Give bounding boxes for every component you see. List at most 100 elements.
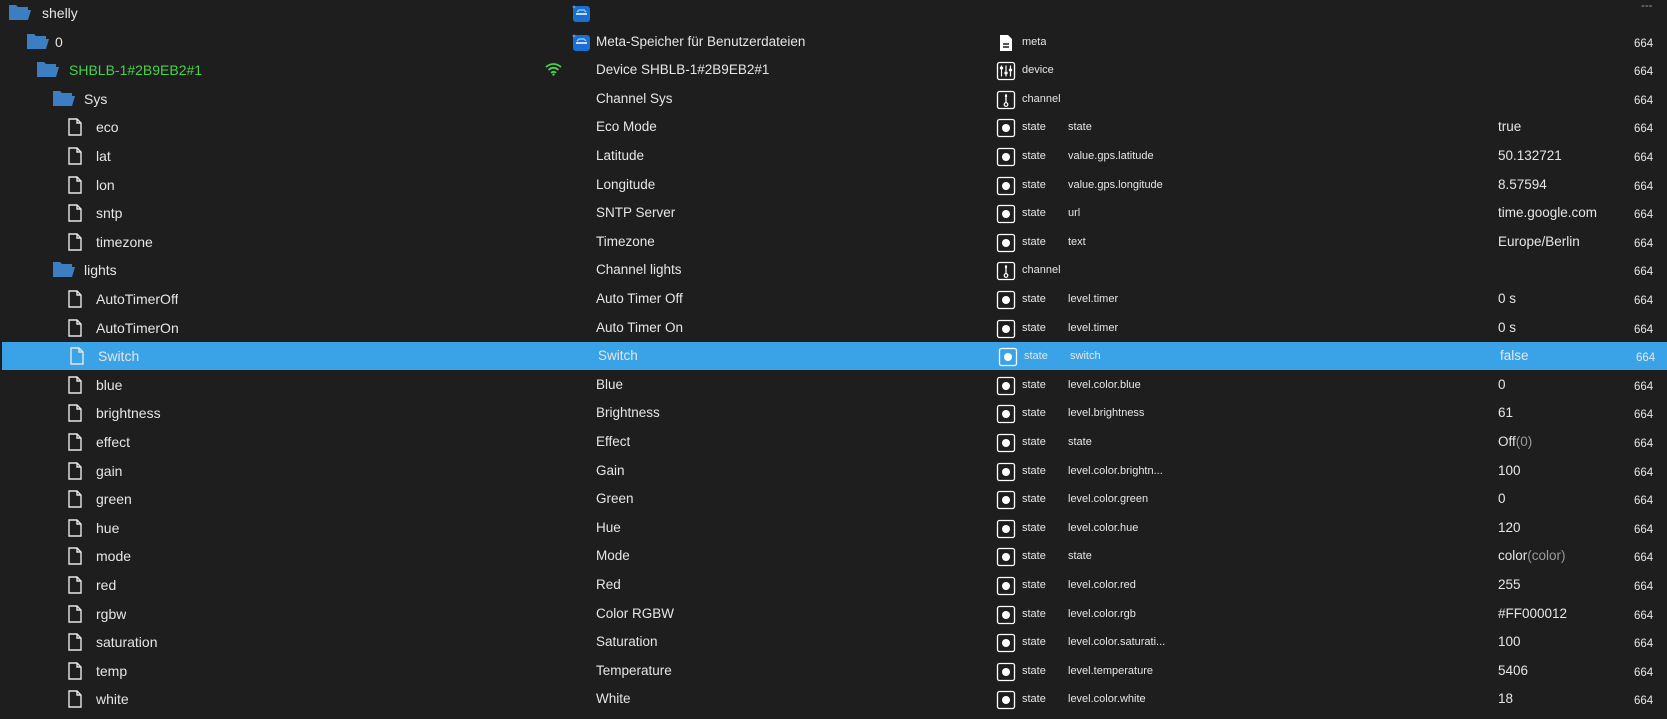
tree-state-row[interactable]: timezone Timezone state text Europe/Berlin 66…: [0, 228, 1667, 256]
tree-state-row[interactable]: Switch Switch state switch false 664: [2, 342, 1667, 371]
tree-state-row[interactable]: brightness Brightness state level.brightnes…: [0, 399, 1667, 427]
state-value[interactable]: Off(0): [1498, 428, 1532, 456]
state-value-text: 0: [1498, 491, 1506, 507]
tree-folder-row[interactable]: 0 Meta-Speicher für Benutzerdateien meta 66…: [0, 28, 1667, 56]
tree-state-row[interactable]: eco Eco Mode state state true 664: [0, 113, 1667, 141]
object-type: state: [1022, 464, 1046, 477]
state-value-text: 8.57594: [1498, 176, 1547, 192]
object-name: Brightness: [596, 405, 660, 421]
adapter-logo-icon: [570, 32, 592, 52]
object-id: white: [96, 691, 129, 708]
object-type: channel: [1022, 264, 1061, 277]
state-icon: [996, 404, 1016, 424]
state-value-text: 0 s: [1498, 291, 1517, 306]
tree-state-row[interactable]: green Green state level.color.green 0 664: [0, 485, 1667, 513]
object-acl: 664: [1634, 37, 1654, 50]
state-value[interactable]: 18: [1498, 685, 1513, 713]
object-type: state: [1022, 493, 1046, 506]
object-role: state: [1068, 550, 1092, 563]
state-value[interactable]: 255: [1498, 571, 1521, 599]
object-id: rgbw: [96, 605, 127, 622]
state-value-hint: (0): [1515, 434, 1533, 449]
tree-state-row[interactable]: sntp SNTP Server state url time.google.com 66…: [0, 199, 1667, 227]
state-value[interactable]: Europe/Berlin: [1498, 228, 1580, 256]
state-value[interactable]: 61: [1498, 399, 1513, 427]
tree-state-row[interactable]: gain Gain state level.color.brightn... 100 66…: [0, 457, 1667, 485]
tree-folder-row[interactable]: SHBLB-1#2B9EB2#1 Device SHBLB-1#2B9EB2#1 d…: [0, 56, 1667, 84]
state-icon: [996, 605, 1016, 625]
folder-open-icon[interactable]: [52, 89, 76, 107]
state-value[interactable]: 0: [1498, 371, 1506, 399]
object-name: Auto Timer On: [596, 319, 684, 335]
tree-state-row[interactable]: hue Hue state level.color.hue 120 664: [0, 514, 1667, 542]
state-icon: [996, 576, 1016, 596]
tree-state-row[interactable]: saturation Saturation state level.color.sat…: [0, 628, 1667, 656]
object-role: level.color.blue: [1068, 378, 1141, 391]
object-acl: 664: [1634, 323, 1654, 336]
file-icon: [68, 547, 82, 566]
state-value[interactable]: 0 s: [1498, 285, 1516, 313]
object-id: hue: [96, 519, 120, 536]
file-icon: [68, 633, 82, 651]
object-id: temp: [96, 662, 128, 679]
object-id: red: [96, 577, 117, 593]
state-value[interactable]: 8.57594: [1498, 171, 1547, 199]
object-name: Auto Timer Off: [596, 291, 683, 306]
state-value[interactable]: 0: [1498, 485, 1506, 513]
object-type: state: [1022, 378, 1046, 391]
state-icon: [996, 376, 1016, 396]
state-value-text: 5406: [1498, 662, 1529, 678]
tree-folder-row[interactable]: Sys Channel Sys channel 664: [0, 85, 1667, 113]
state-value[interactable]: #FF000012: [1498, 600, 1567, 628]
tree-state-row[interactable]: white White state level.color.white 18 664: [0, 685, 1667, 713]
tree-state-row[interactable]: AutoTimerOff Auto Timer Off state level.tim…: [0, 285, 1667, 313]
tree-state-row[interactable]: rgbw Color RGBW state level.color.rgb #FF000…: [0, 600, 1667, 628]
tree-state-row[interactable]: red Red state level.color.red 255 664: [0, 571, 1667, 599]
state-value[interactable]: 100: [1498, 457, 1521, 485]
tree-state-row[interactable]: blue Blue state level.color.blue 0 664: [0, 371, 1667, 399]
wifi-connected-icon: [545, 62, 562, 76]
state-value[interactable]: 0 s: [1498, 314, 1516, 342]
state-icon: [996, 519, 1016, 539]
state-value[interactable]: 100: [1498, 628, 1521, 656]
object-role: level.color.green: [1068, 493, 1149, 506]
object-name: Timezone: [596, 233, 655, 249]
object-acl: 664: [1634, 638, 1654, 651]
tree-state-row[interactable]: lon Longitude state value.gps.longitude 8.57…: [0, 171, 1667, 199]
folder-open-icon[interactable]: [26, 32, 50, 50]
tree-state-row[interactable]: AutoTimerOn Auto Timer On state level.timer…: [0, 314, 1667, 342]
state-value[interactable]: false: [1500, 342, 1529, 370]
folder-open-icon[interactable]: [8, 3, 32, 21]
tree-state-row[interactable]: lat Latitude state value.gps.latitude 50.132…: [0, 142, 1667, 170]
adapter-logo-icon: [570, 3, 592, 23]
file-icon: [68, 318, 82, 337]
folder-open-icon[interactable]: [36, 60, 60, 78]
state-value[interactable]: time.google.com: [1498, 199, 1597, 227]
object-acl: 664: [1634, 209, 1654, 222]
tree-folder-row[interactable]: shelly ---: [0, 0, 1667, 27]
object-type: state: [1022, 207, 1046, 220]
object-role: value.gps.longitude: [1068, 178, 1163, 191]
object-role: switch: [1070, 350, 1101, 363]
tree-folder-row[interactable]: lights Channel lights channel 664: [0, 256, 1667, 284]
object-name: Hue: [596, 519, 621, 535]
state-value[interactable]: 5406: [1498, 657, 1528, 685]
state-value[interactable]: color(color): [1498, 542, 1566, 570]
tree-state-row[interactable]: effect Effect state state Off(0) 664: [0, 428, 1667, 456]
tree-state-row[interactable]: temp Temperature state level.temperature 540…: [0, 657, 1667, 685]
object-role: level.timer: [1068, 321, 1119, 334]
object-id: mode: [96, 548, 132, 565]
folder-open-icon[interactable]: [52, 260, 76, 278]
object-role: state: [1068, 436, 1092, 448]
object-id: Sys: [84, 90, 108, 107]
object-name: Longitude: [596, 176, 656, 192]
file-icon: [70, 347, 84, 365]
state-value[interactable]: true: [1498, 113, 1521, 141]
tree-state-row[interactable]: mode Mode state state color(color) 664: [0, 542, 1667, 570]
object-name: Mode: [596, 548, 630, 564]
state-value[interactable]: 50.132721: [1498, 142, 1562, 170]
object-name: Saturation: [596, 634, 658, 650]
object-acl: 664: [1634, 380, 1654, 393]
file-icon: [68, 147, 82, 165]
state-value[interactable]: 120: [1498, 514, 1521, 542]
